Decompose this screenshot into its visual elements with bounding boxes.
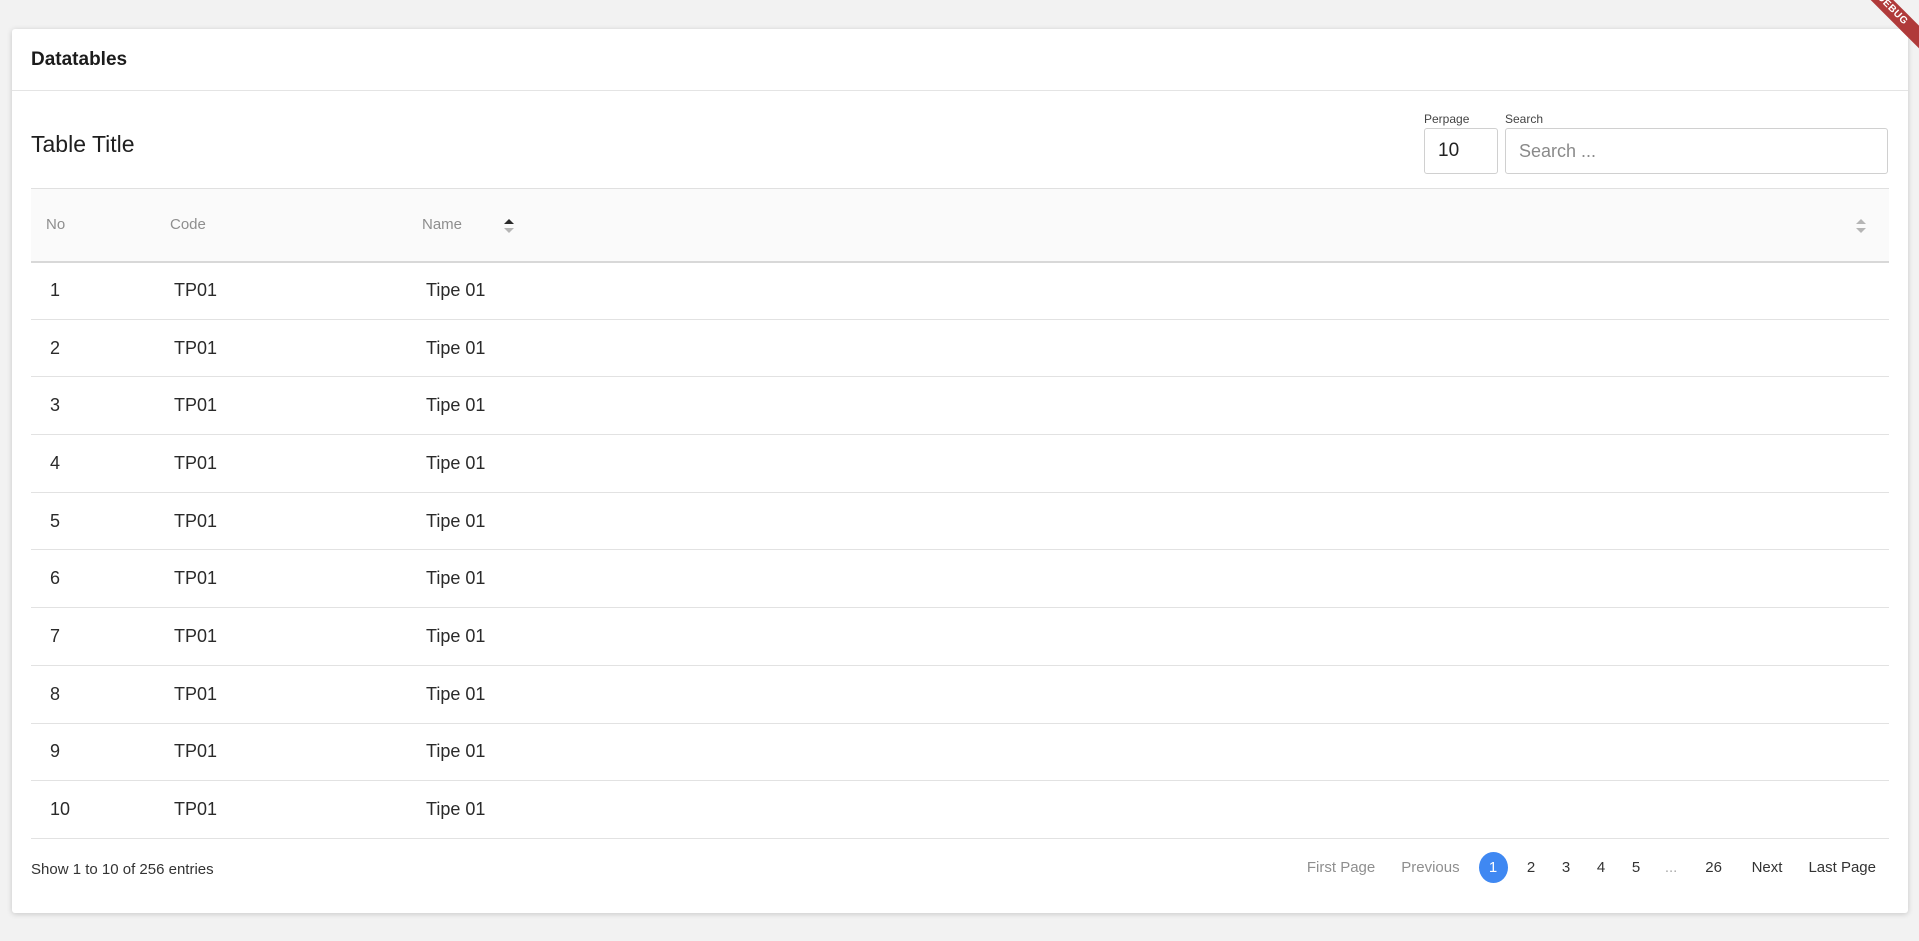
cell-name: Tipe 01	[426, 683, 486, 704]
table-row: 5 TP01 Tipe 01	[31, 492, 1889, 550]
datatable-card: Datatables Table Title Perpage Search No…	[12, 29, 1908, 913]
page-26-button[interactable]: 26	[1689, 859, 1739, 876]
card-header: Datatables	[12, 29, 1908, 91]
cell-code: TP01	[174, 568, 218, 589]
cell-name: Tipe 01	[426, 568, 486, 589]
cell-no: 9	[50, 741, 61, 762]
cell-no: 3	[50, 395, 61, 416]
cell-no: 1	[50, 280, 61, 301]
cell-no: 4	[50, 452, 61, 473]
page-2-button[interactable]: 2	[1514, 859, 1549, 876]
cell-no: 7	[50, 625, 61, 646]
table-title: Table Title	[31, 131, 135, 157]
next-button[interactable]: Next	[1739, 859, 1796, 876]
table-row: 7 TP01 Tipe 01	[31, 608, 1889, 666]
cell-no: 10	[50, 799, 71, 820]
page-5-button[interactable]: 5	[1619, 859, 1654, 876]
cell-name: Tipe 01	[426, 395, 486, 416]
cell-name: Tipe 01	[426, 625, 486, 646]
sort-icon[interactable]	[1855, 216, 1867, 236]
page-4-button[interactable]: 4	[1584, 859, 1619, 876]
cell-code: TP01	[174, 510, 218, 531]
previous-button[interactable]: Previous	[1388, 859, 1472, 876]
first-page-button[interactable]: First Page	[1294, 859, 1388, 876]
cell-no: 2	[50, 337, 61, 358]
table-row: 1 TP01 Tipe 01	[31, 262, 1889, 320]
entries-info: Show 1 to 10 of 256 entries	[31, 860, 214, 878]
cell-code: TP01	[174, 799, 218, 820]
table-row: 9 TP01 Tipe 01	[31, 723, 1889, 781]
data-table: No Code Name 1 TP01 Tipe 01 2 TP01 Tipe …	[31, 188, 1889, 839]
header-name-label: Name	[422, 216, 463, 234]
cell-name: Tipe 01	[426, 799, 486, 820]
cell-no: 5	[50, 510, 61, 531]
table-row: 2 TP01 Tipe 01	[31, 319, 1889, 377]
cell-no: 8	[50, 683, 61, 704]
pagination-ellipsis: ...	[1664, 859, 1678, 877]
cell-code: TP01	[174, 280, 218, 301]
header-code-label: Code	[170, 216, 206, 234]
card-body: Table Title Perpage Search No Code	[12, 91, 1908, 897]
header-no: No	[46, 216, 66, 234]
header-code[interactable]: Code	[156, 189, 514, 262]
table-row: 6 TP01 Tipe 01	[31, 550, 1889, 608]
cell-name: Tipe 01	[426, 337, 486, 358]
cell-code: TP01	[174, 395, 218, 416]
cell-name: Tipe 01	[426, 741, 486, 762]
cell-code: TP01	[174, 741, 218, 762]
perpage-input[interactable]	[1424, 128, 1498, 174]
table-row: 3 TP01 Tipe 01	[31, 377, 1889, 435]
cell-no: 6	[50, 568, 61, 589]
cell-name: Tipe 01	[426, 510, 486, 531]
search-label: Search	[1505, 112, 1544, 126]
table-toolbar: Table Title Perpage Search	[31, 91, 1889, 188]
table-footer: Show 1 to 10 of 256 entries First Page P…	[31, 839, 1889, 897]
pagination: First Page Previous 1 2 3 4 5 ... 26 Nex…	[1294, 852, 1889, 884]
cell-code: TP01	[174, 683, 218, 704]
last-page-button[interactable]: Last Page	[1795, 859, 1889, 876]
table-row: 8 TP01 Tipe 01	[31, 665, 1889, 723]
cell-name: Tipe 01	[426, 280, 486, 301]
page-3-button[interactable]: 3	[1549, 859, 1584, 876]
table-row: 10 TP01 Tipe 01	[31, 781, 1889, 839]
card-title: Datatables	[31, 48, 128, 70]
header-name[interactable]: Name	[406, 189, 1889, 262]
cell-code: TP01	[174, 625, 218, 646]
cell-name: Tipe 01	[426, 452, 486, 473]
perpage-label: Perpage	[1424, 112, 1470, 126]
page-1-button[interactable]: 1	[1478, 852, 1508, 884]
cell-code: TP01	[174, 337, 218, 358]
table-row: 4 TP01 Tipe 01	[31, 435, 1889, 493]
search-input[interactable]	[1505, 128, 1888, 174]
table-header-row: No Code Name	[31, 188, 1889, 262]
cell-code: TP01	[174, 452, 218, 473]
